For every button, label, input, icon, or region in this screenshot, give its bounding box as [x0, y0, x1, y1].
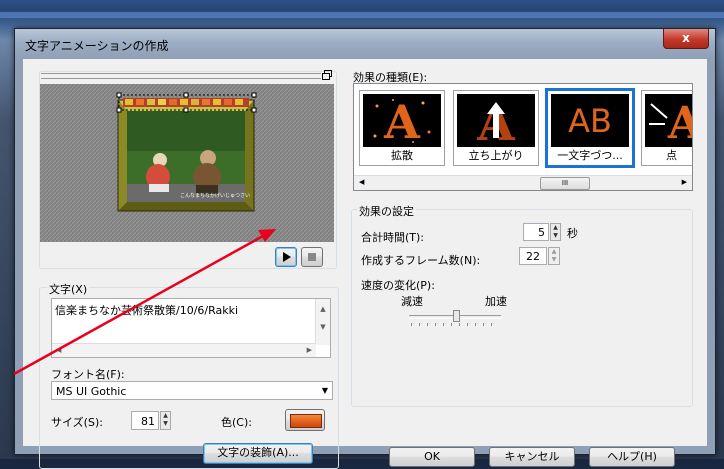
annotation-arrow: [13, 229, 276, 376]
